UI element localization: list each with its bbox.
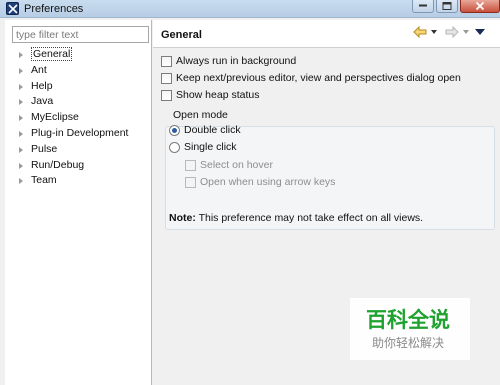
maximize-button[interactable] <box>436 0 458 13</box>
tree-item-plugin-development[interactable]: Plug-in Development <box>17 126 147 142</box>
show-heap-status-checkbox[interactable]: Show heap status <box>161 87 259 103</box>
tree-item-team[interactable]: Team <box>17 173 147 189</box>
radio-button-selected[interactable] <box>169 124 180 136</box>
radio-button[interactable] <box>169 141 180 153</box>
preferences-tree-pane: General Ant Help Java MyEclipse Plug-in … <box>5 20 152 385</box>
eclipse-x-icon <box>6 2 19 15</box>
tree-item-myeclipse[interactable]: MyEclipse <box>17 110 147 126</box>
tree-item-java[interactable]: Java <box>17 94 147 110</box>
expand-arrow-icon[interactable] <box>19 130 23 137</box>
tree-item-ant[interactable]: Ant <box>17 63 147 79</box>
single-click-radio[interactable]: Single click <box>169 139 237 155</box>
page-header: General <box>153 20 500 48</box>
checkbox-box-disabled <box>185 159 196 171</box>
forward-history-dropdown[interactable] <box>463 30 469 34</box>
expand-arrow-icon[interactable] <box>19 178 23 185</box>
note-text: This preference may not take effect on a… <box>195 212 424 224</box>
forward-arrow-icon[interactable] <box>445 26 459 38</box>
watermark-logo: 百科全说 助你轻松解决 <box>350 298 470 360</box>
checkbox-box-disabled <box>185 176 196 188</box>
tree-item-help[interactable]: Help <box>17 79 147 95</box>
tree-item-general[interactable]: General <box>17 47 147 63</box>
preferences-tree: General Ant Help Java MyEclipse Plug-in … <box>17 47 147 189</box>
window-title: Preferences <box>24 3 84 15</box>
expand-arrow-icon[interactable] <box>19 115 23 122</box>
minimize-button[interactable] <box>412 0 434 13</box>
checkbox-box[interactable] <box>161 55 172 67</box>
open-arrow-keys-checkbox: Open when using arrow keys <box>185 174 335 190</box>
preference-note: Note: This preference may not take effec… <box>169 212 423 224</box>
close-button[interactable] <box>460 0 500 13</box>
keep-dialog-open-checkbox[interactable]: Keep next/previous editor, view and pers… <box>161 70 461 86</box>
expand-arrow-icon[interactable] <box>19 83 23 90</box>
double-click-radio[interactable]: Double click <box>169 122 241 138</box>
expand-arrow-icon[interactable] <box>19 99 23 106</box>
expand-arrow-icon[interactable] <box>19 162 23 169</box>
expand-arrow-icon[interactable] <box>19 52 23 58</box>
page-title: General <box>161 29 202 41</box>
checkbox-box[interactable] <box>161 89 172 101</box>
always-run-background-checkbox[interactable]: Always run in background <box>161 53 296 69</box>
filter-input[interactable] <box>12 26 149 43</box>
tree-item-pulse[interactable]: Pulse <box>17 142 147 158</box>
expand-arrow-icon[interactable] <box>19 146 23 153</box>
select-on-hover-checkbox: Select on hover <box>185 157 273 173</box>
back-history-dropdown[interactable] <box>431 30 437 34</box>
view-menu-icon[interactable] <box>475 29 485 35</box>
tree-item-run-debug[interactable]: Run/Debug <box>17 158 147 174</box>
open-mode-title: Open mode <box>171 108 230 122</box>
watermark-title: 百科全说 <box>366 308 450 332</box>
note-label: Note: <box>169 212 196 224</box>
checkbox-box[interactable] <box>161 72 172 84</box>
title-bar: Preferences <box>0 0 500 18</box>
back-arrow-icon[interactable] <box>413 26 427 38</box>
watermark-subtitle: 助你轻松解决 <box>372 336 445 350</box>
expand-arrow-icon[interactable] <box>19 67 23 74</box>
